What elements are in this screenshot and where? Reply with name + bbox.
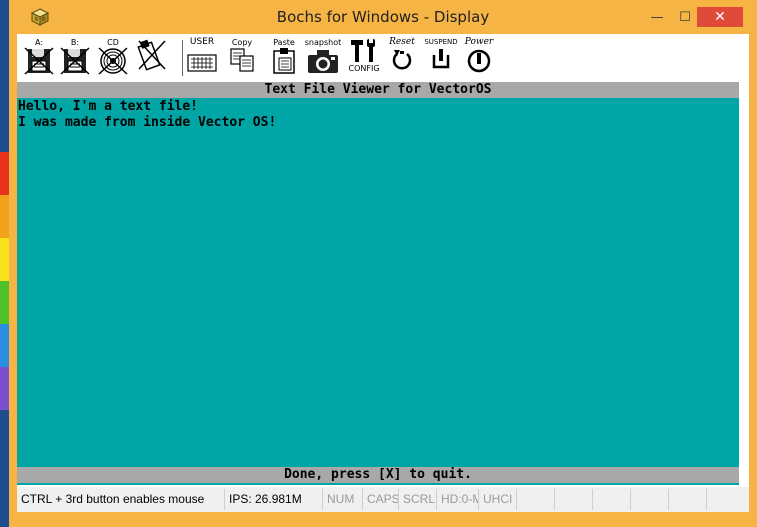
config-icon [351, 39, 375, 62]
emulator-display[interactable]: Text File Viewer for VectorOS Hello, I'm… [17, 82, 739, 485]
window-titlebar[interactable]: Bochs for Windows - Display — ☐ ✕ [9, 0, 757, 34]
power-icon [467, 49, 491, 73]
user-keyboard-button[interactable]: USER [186, 38, 218, 78]
status-slot [593, 489, 631, 510]
usb-button[interactable] [135, 38, 169, 78]
power-button[interactable]: Power [461, 38, 497, 78]
snapshot-button[interactable]: snapshot [303, 38, 343, 78]
viewer-title-bar: Text File Viewer for VectorOS [17, 82, 739, 98]
file-content: Hello, I'm a text file! I was made from i… [18, 99, 276, 131]
status-slot [669, 489, 707, 510]
user-label: USER [189, 37, 215, 47]
mouse-hint-status: CTRL + 3rd button enables mouse [17, 489, 225, 510]
desktop-rainbow-stripe [0, 152, 9, 412]
reset-icon [392, 50, 412, 70]
copy-icon [230, 48, 254, 72]
floppy-b-label: B: [70, 38, 80, 47]
floppy-b-icon [60, 47, 90, 75]
config-label: CONFIG [348, 64, 380, 73]
suspend-button[interactable]: SUSPEND [421, 38, 461, 78]
copy-button[interactable]: Copy [227, 38, 257, 78]
viewer-footer-bar: Done, press [X] to quit. [17, 467, 739, 483]
status-bar: CTRL + 3rd button enables mouse IPS: 26.… [17, 487, 749, 512]
power-label: Power [464, 37, 494, 47]
keyboard-icon [187, 54, 217, 72]
bochs-toolbar: A: B: CD USER Copy Paste snapshot CONFIG… [17, 34, 749, 82]
scroll-lock-indicator: SCRL [399, 489, 437, 510]
reset-label: Reset [389, 37, 415, 47]
floppy-a-label: A: [34, 38, 44, 47]
status-slot [517, 489, 555, 510]
suspend-icon [432, 49, 450, 69]
paste-icon [273, 48, 295, 74]
reset-button[interactable]: Reset [385, 38, 419, 78]
suspend-label: SUSPEND [424, 38, 458, 46]
file-content-line: Hello, I'm a text file! [18, 99, 199, 114]
usb-uhci-indicator: UHCI [479, 489, 517, 510]
status-slot [631, 489, 669, 510]
cdrom-label: CD [107, 38, 119, 47]
hard-disk-indicator: HD:0-M [437, 489, 479, 510]
ips-status: IPS: 26.981M [225, 489, 323, 510]
camera-icon [308, 50, 338, 73]
window-client-area: A: B: CD USER Copy Paste snapshot CONFIG… [17, 34, 749, 512]
minimize-button[interactable]: — [643, 7, 671, 27]
toolbar-separator [182, 40, 183, 76]
close-button[interactable]: ✕ [697, 7, 743, 27]
num-lock-indicator: NUM [323, 489, 363, 510]
maximize-button[interactable]: ☐ [671, 7, 699, 27]
copy-label: Copy [231, 38, 253, 47]
floppy-a-button[interactable]: A: [23, 38, 55, 78]
snapshot-label: snapshot [304, 38, 342, 47]
status-slot [555, 489, 593, 510]
usb-icon [137, 39, 166, 71]
floppy-a-icon [24, 47, 54, 75]
paste-button[interactable]: Paste [269, 38, 299, 78]
floppy-b-button[interactable]: B: [59, 38, 91, 78]
cdrom-button[interactable]: CD [97, 38, 129, 78]
bochs-window: Bochs for Windows - Display — ☐ ✕ A: B: [9, 0, 757, 527]
file-content-line: I was made from inside Vector OS! [18, 115, 277, 130]
cdrom-icon [98, 47, 128, 75]
paste-label: Paste [273, 38, 295, 47]
caps-lock-indicator: CAPS [363, 489, 399, 510]
config-button[interactable]: CONFIG [347, 38, 381, 78]
